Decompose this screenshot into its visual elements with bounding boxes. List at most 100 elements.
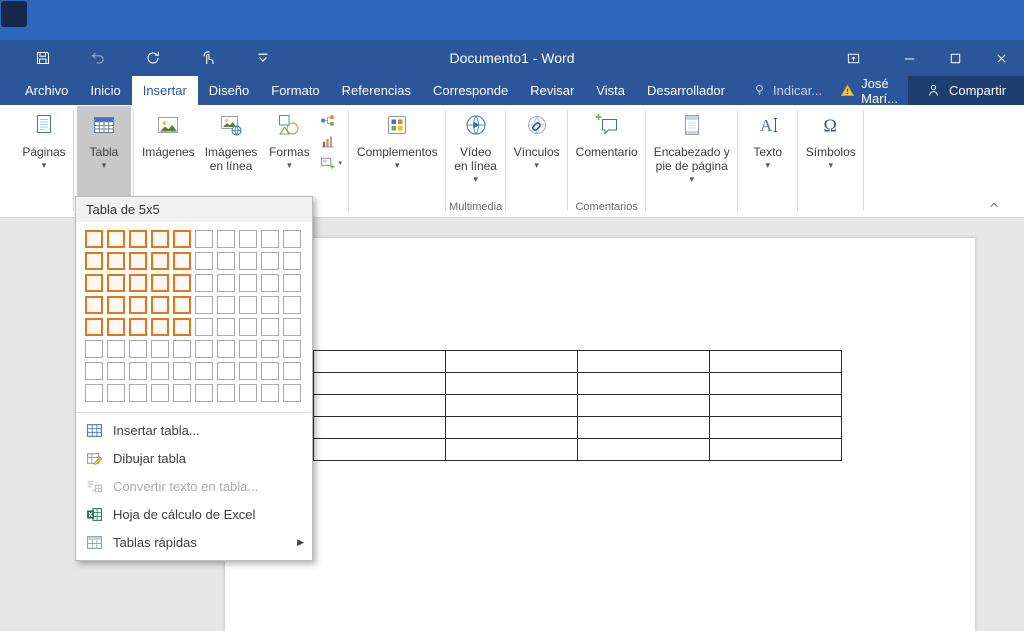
user-account[interactable]: José Marí... [830, 76, 908, 105]
table-grid-cell-5x8[interactable] [239, 318, 257, 336]
table-grid-cell-6x1[interactable] [85, 340, 103, 358]
tab-desarrollador[interactable]: Desarrollador [636, 76, 736, 105]
table-grid-cell-8x6[interactable] [195, 384, 213, 402]
table-grid-cell-2x10[interactable] [283, 252, 301, 270]
table-grid-cell-6x3[interactable] [129, 340, 147, 358]
tab-referencias[interactable]: Referencias [331, 76, 422, 105]
ribbon-button-tabla[interactable]: Tabla▾ [77, 106, 131, 200]
ribbon-button-video-en-linea[interactable]: Vídeoen línea▾ [449, 106, 503, 200]
table-grid-cell-3x4[interactable] [151, 274, 169, 292]
table-grid-cell-2x6[interactable] [195, 252, 213, 270]
table-grid-cell-1x6[interactable] [195, 230, 213, 248]
smartart-button[interactable] [320, 113, 342, 128]
share-button[interactable]: Compartir [908, 76, 1024, 105]
table-grid-cell-3x9[interactable] [261, 274, 279, 292]
table-grid-cell-7x5[interactable] [173, 362, 191, 380]
tab-diseño[interactable]: Diseño [198, 76, 260, 105]
table-grid-cell-1x3[interactable] [129, 230, 147, 248]
table-grid-cell-4x10[interactable] [283, 296, 301, 314]
tab-formato[interactable]: Formato [260, 76, 330, 105]
table-grid-cell-3x7[interactable] [217, 274, 235, 292]
ribbon-button-complementos[interactable]: Complementos▾ [352, 106, 443, 200]
table-grid-cell-6x6[interactable] [195, 340, 213, 358]
menu-item-dibujar-tabla[interactable]: Dibujar tabla [76, 444, 312, 472]
table-grid-cell-4x6[interactable] [195, 296, 213, 314]
table-grid-cell-3x10[interactable] [283, 274, 301, 292]
table-grid-cell-3x8[interactable] [239, 274, 257, 292]
undo-button[interactable] [89, 49, 107, 67]
table-grid-cell-1x4[interactable] [151, 230, 169, 248]
tab-archivo[interactable]: Archivo [14, 76, 79, 105]
table-grid-cell-8x9[interactable] [261, 384, 279, 402]
table-grid-cell-1x7[interactable] [217, 230, 235, 248]
table-grid-cell-3x3[interactable] [129, 274, 147, 292]
table-grid-cell-4x2[interactable] [107, 296, 125, 314]
tab-vista[interactable]: Vista [585, 76, 636, 105]
table-grid-cell-1x9[interactable] [261, 230, 279, 248]
ribbon-button-encabezado-y-pie-de-pagina[interactable]: Encabezado ypie de página▾ [649, 106, 735, 200]
ribbon-button-imagenes-en-linea[interactable]: Imágenesen línea [200, 106, 263, 200]
save-button[interactable] [34, 49, 52, 67]
table-grid-cell-4x9[interactable] [261, 296, 279, 314]
table-grid-cell-6x2[interactable] [107, 340, 125, 358]
table-grid-cell-2x8[interactable] [239, 252, 257, 270]
table-grid-cell-5x1[interactable] [85, 318, 103, 336]
ribbon-button-formas[interactable]: Formas▾ [262, 106, 316, 200]
touch-mouse-mode-button[interactable] [199, 49, 217, 67]
table-grid-cell-3x2[interactable] [107, 274, 125, 292]
collapse-ribbon-button[interactable] [988, 199, 1000, 211]
table-grid-cell-6x8[interactable] [239, 340, 257, 358]
table-grid-cell-4x7[interactable] [217, 296, 235, 314]
table-grid-cell-5x7[interactable] [217, 318, 235, 336]
menu-item-insertar-tabla[interactable]: Insertar tabla... [76, 416, 312, 444]
table-grid-cell-2x3[interactable] [129, 252, 147, 270]
tell-me-box[interactable]: Indicar... [744, 76, 830, 105]
menu-item-hoja-de-cálculo-de-excel[interactable]: Hoja de cálculo de Excel [76, 500, 312, 528]
table-grid-cell-1x5[interactable] [173, 230, 191, 248]
table-grid-cell-6x7[interactable] [217, 340, 235, 358]
table-grid-cell-5x2[interactable] [107, 318, 125, 336]
ribbon-button-imagenes[interactable]: Imágenes [137, 106, 200, 200]
tab-revisar[interactable]: Revisar [519, 76, 585, 105]
table-grid-cell-4x3[interactable] [129, 296, 147, 314]
maximize-button[interactable] [932, 40, 978, 76]
table-grid-cell-1x1[interactable] [85, 230, 103, 248]
table-grid-cell-7x9[interactable] [261, 362, 279, 380]
ribbon-button-paginas[interactable]: Páginas▾ [17, 106, 71, 200]
table-grid-cell-8x8[interactable] [239, 384, 257, 402]
table-grid-cell-7x8[interactable] [239, 362, 257, 380]
ribbon-button-vinculos[interactable]: Vínculos▾ [509, 106, 565, 200]
table-grid-cell-8x4[interactable] [151, 384, 169, 402]
table-grid-cell-4x5[interactable] [173, 296, 191, 314]
table-grid-cell-1x10[interactable] [283, 230, 301, 248]
table-grid-cell-2x5[interactable] [173, 252, 191, 270]
table-grid-cell-3x1[interactable] [85, 274, 103, 292]
table-grid-cell-7x6[interactable] [195, 362, 213, 380]
table-grid-cell-3x6[interactable] [195, 274, 213, 292]
ribbon-display-options-button[interactable] [836, 40, 870, 76]
table-grid-cell-2x7[interactable] [217, 252, 235, 270]
redo-button[interactable] [144, 49, 162, 67]
table-grid-cell-2x9[interactable] [261, 252, 279, 270]
ribbon-button-simbolos[interactable]: ΩSímbolos▾ [801, 106, 861, 200]
table-grid-cell-2x4[interactable] [151, 252, 169, 270]
table-grid-cell-3x5[interactable] [173, 274, 191, 292]
table-grid-cell-6x4[interactable] [151, 340, 169, 358]
table-grid-cell-4x1[interactable] [85, 296, 103, 314]
table-grid-cell-7x7[interactable] [217, 362, 235, 380]
table-grid-cell-7x4[interactable] [151, 362, 169, 380]
tab-inicio[interactable]: Inicio [79, 76, 131, 105]
table-grid-cell-2x2[interactable] [107, 252, 125, 270]
table-grid-cell-1x2[interactable] [107, 230, 125, 248]
table-grid-cell-7x10[interactable] [283, 362, 301, 380]
table-grid-cell-5x10[interactable] [283, 318, 301, 336]
table-grid-cell-4x8[interactable] [239, 296, 257, 314]
table-grid-cell-7x3[interactable] [129, 362, 147, 380]
table-grid-cell-5x6[interactable] [195, 318, 213, 336]
menu-item-tablas-rápidas[interactable]: Tablas rápidas▶ [76, 528, 312, 556]
minimize-button[interactable] [886, 40, 932, 76]
tab-corresponde[interactable]: Corresponde [422, 76, 519, 105]
table-grid-cell-5x5[interactable] [173, 318, 191, 336]
table-grid-cell-4x4[interactable] [151, 296, 169, 314]
table-grid-cell-6x10[interactable] [283, 340, 301, 358]
